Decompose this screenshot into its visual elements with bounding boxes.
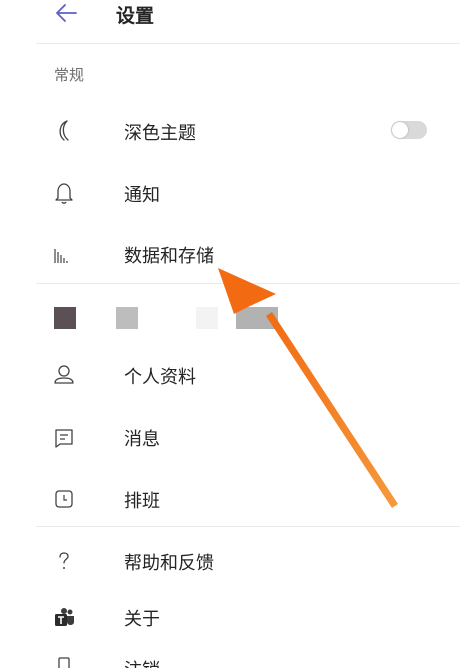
bar-chart-icon bbox=[54, 249, 68, 263]
message-icon bbox=[55, 429, 73, 448]
page-title: 设置 bbox=[116, 5, 155, 27]
settings-item-label: 注销 bbox=[124, 656, 160, 668]
redacted-block bbox=[116, 307, 138, 329]
settings-item-label: 排班 bbox=[124, 491, 160, 512]
settings-item-sign-out[interactable]: 注销 bbox=[0, 650, 460, 668]
settings-item-label: 深色主题 bbox=[124, 123, 196, 144]
redacted-block bbox=[236, 307, 278, 329]
settings-item-messages[interactable]: 消息 bbox=[0, 412, 460, 462]
settings-item-data-storage[interactable]: 数据和存储 bbox=[0, 229, 460, 279]
dark-theme-toggle[interactable] bbox=[391, 121, 427, 139]
section-label-general: 常规 bbox=[54, 66, 85, 84]
redacted-block bbox=[54, 307, 76, 329]
settings-item-label: 消息 bbox=[124, 429, 160, 450]
moon-icon bbox=[59, 120, 69, 141]
person-icon bbox=[54, 365, 74, 384]
settings-item-label: 帮助和反馈 bbox=[124, 553, 214, 574]
back-arrow-icon[interactable] bbox=[54, 0, 80, 26]
clock-icon bbox=[55, 490, 73, 508]
question-icon bbox=[59, 552, 69, 569]
settings-item-label: 通知 bbox=[124, 185, 160, 206]
settings-item-shifts[interactable]: 排班 bbox=[0, 474, 460, 524]
settings-item-label: 个人资料 bbox=[124, 367, 196, 388]
header-bar: 设置 bbox=[0, 0, 460, 44]
settings-item-about[interactable]: 关于 bbox=[0, 592, 460, 642]
settings-item-help-feedback[interactable]: 帮助和反馈 bbox=[0, 536, 460, 586]
section-divider bbox=[36, 283, 460, 284]
settings-item-label: 关于 bbox=[124, 609, 160, 630]
redacted-block bbox=[196, 307, 218, 329]
header-divider bbox=[36, 43, 460, 44]
teams-icon bbox=[55, 608, 74, 626]
section-divider bbox=[36, 526, 460, 527]
signout-icon bbox=[58, 657, 70, 668]
settings-item-profile[interactable]: 个人资料 bbox=[0, 350, 460, 400]
bell-icon bbox=[55, 183, 73, 204]
settings-item-label: 数据和存储 bbox=[124, 246, 214, 267]
toggle-knob bbox=[392, 122, 408, 138]
settings-item-notifications[interactable]: 通知 bbox=[0, 168, 460, 218]
